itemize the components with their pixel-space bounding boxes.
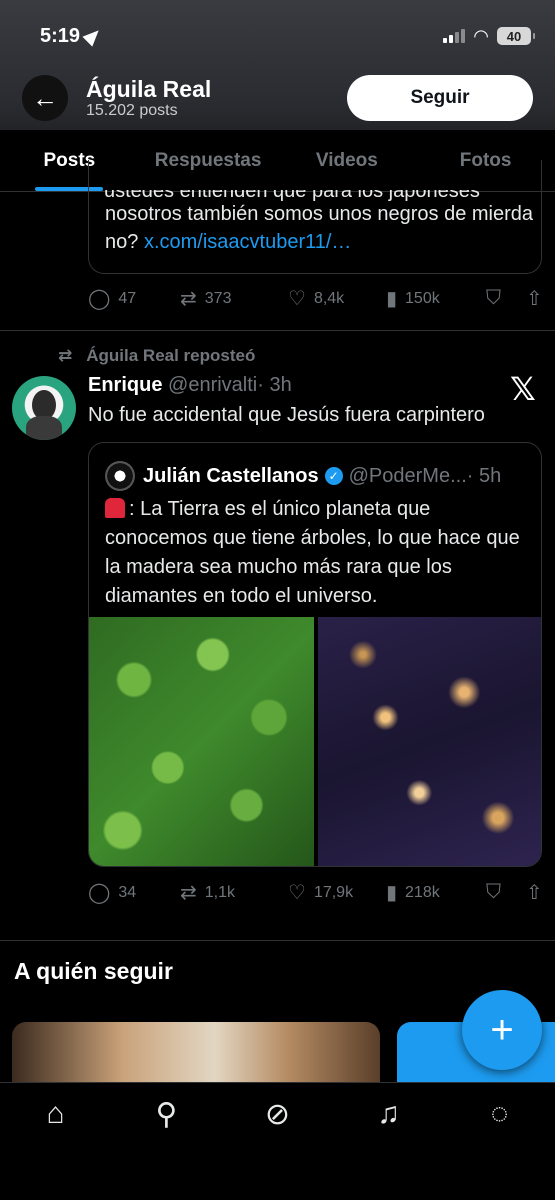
nav-messages[interactable]: ◌	[444, 1097, 555, 1200]
repost-label[interactable]: Águila Real reposteó	[86, 346, 255, 366]
nav-home[interactable]: ⌂	[0, 1097, 111, 1200]
grok-icon: ⊘	[264, 1098, 291, 1131]
arrow-left-icon: ←	[32, 82, 58, 113]
heart-icon: ♡	[288, 288, 306, 310]
bookmark-button[interactable]: ⛉	[486, 287, 526, 310]
quote-text-block: : La Tierra es el único planeta que cono…	[105, 495, 535, 611]
tweet2-author-name[interactable]: Enrique	[88, 374, 162, 396]
x-logo-icon: 𝕏	[510, 371, 536, 407]
tweet1-quote-card[interactable]: nosotros también somos unos negros de mi…	[88, 160, 542, 274]
search-icon: ⚲	[155, 1098, 178, 1131]
forest-image[interactable]	[89, 617, 314, 866]
views-icon: ▮	[386, 882, 398, 904]
bell-icon: ♫	[377, 1097, 400, 1130]
reply-icon: ◯	[88, 882, 111, 904]
reply-icon: ◯	[88, 288, 111, 310]
views-button[interactable]: ▮ 150k	[386, 286, 486, 311]
heart-icon: ♡	[288, 882, 306, 904]
verified-badge-icon: ✓	[324, 467, 343, 485]
bookmark-icon: ⛉	[486, 287, 501, 309]
profile-topbar: ← Águila Real 15.202 posts Seguir	[22, 74, 533, 122]
location-icon	[82, 25, 104, 47]
quote-text: : La Tierra es el único planeta que cono…	[105, 498, 520, 607]
reply-button[interactable]: ◯ 34	[88, 880, 180, 905]
suggestion-card[interactable]	[12, 1022, 380, 1082]
avatar	[105, 461, 135, 491]
status-bar: 5:19 ◠ 40	[40, 20, 535, 52]
tweet2-handle[interactable]: @enrivalti	[168, 374, 257, 396]
share-button[interactable]: ⇧	[526, 286, 543, 311]
repost-icon: ⇄	[180, 882, 197, 904]
tweet2-text: No fue accidental que Jesús fuera carpin…	[88, 404, 485, 426]
divider	[0, 330, 555, 331]
tweet1-link[interactable]: x.com/isaacvtuber11/…	[144, 231, 352, 253]
nav-notifications[interactable]: ♫	[333, 1097, 444, 1200]
quote-author-name: Julián Castellanos	[143, 464, 319, 487]
wifi-icon: ◠	[473, 25, 489, 46]
views-icon: ▮	[386, 288, 398, 310]
tweet2-header: Enrique @enrivalti· 3h	[88, 374, 292, 397]
nav-search[interactable]: ⚲	[111, 1097, 222, 1200]
who-to-follow-title: A quién seguir	[14, 958, 173, 984]
message-icon: ◌	[490, 1097, 509, 1130]
status-icons: ◠ 40	[443, 25, 535, 47]
repost-button[interactable]: ⇄ 1,1k	[180, 880, 288, 905]
tweet2-time: · 3h	[257, 374, 292, 396]
avatar[interactable]	[12, 376, 76, 440]
share-icon: ⇧	[526, 882, 543, 904]
quote-time: · 5h	[466, 464, 502, 487]
signal-icon	[443, 29, 466, 43]
tweet1-actions: ◯ 47 ⇄ 373 ♡ 8,4k ▮ 150k ⛉ ⇧	[88, 286, 543, 311]
repost-indicator: ⇄ Águila Real reposteó	[58, 346, 255, 366]
cosmos-image[interactable]	[318, 617, 541, 866]
siren-emoji-icon	[105, 498, 125, 518]
repost-icon: ⇄	[180, 288, 197, 310]
quote-media	[89, 617, 541, 866]
status-time: 5:19	[40, 24, 81, 47]
bookmark-button[interactable]: ⛉	[486, 881, 526, 904]
reply-button[interactable]: ◯ 47	[88, 286, 180, 311]
quote-handle: @PoderMe...	[348, 464, 467, 487]
quote-header: Julián Castellanos ✓ @PoderMe... · 5h	[105, 461, 501, 491]
follow-button[interactable]: Seguir	[347, 75, 533, 121]
repost-button[interactable]: ⇄ 373	[180, 286, 288, 311]
home-icon: ⌂	[46, 1097, 65, 1130]
like-button[interactable]: ♡ 17,9k	[288, 880, 386, 905]
share-button[interactable]: ⇧	[526, 880, 543, 905]
profile-post-count: 15.202 posts	[86, 102, 178, 119]
share-icon: ⇧	[526, 288, 543, 310]
profile-title: Águila Real 15.202 posts	[86, 76, 211, 120]
nav-grok[interactable]: ⊘	[222, 1097, 333, 1200]
battery-icon: 40	[497, 27, 535, 45]
compose-button[interactable]: +	[462, 990, 542, 1070]
back-button[interactable]: ←	[22, 75, 68, 121]
views-button[interactable]: ▮ 218k	[386, 880, 486, 905]
profile-name: Águila Real	[86, 76, 212, 102]
bottom-nav: ⌂ ⚲ ⊘ ♫ ◌	[0, 1082, 555, 1200]
tweet2-actions: ◯ 34 ⇄ 1,1k ♡ 17,9k ▮ 218k ⛉ ⇧	[88, 880, 543, 905]
tweet2-quote-card[interactable]: Julián Castellanos ✓ @PoderMe... · 5h : L…	[88, 442, 542, 867]
divider	[0, 940, 555, 941]
repost-icon: ⇄	[58, 346, 73, 365]
like-button[interactable]: ♡ 8,4k	[288, 286, 386, 311]
bookmark-icon: ⛉	[486, 881, 501, 903]
